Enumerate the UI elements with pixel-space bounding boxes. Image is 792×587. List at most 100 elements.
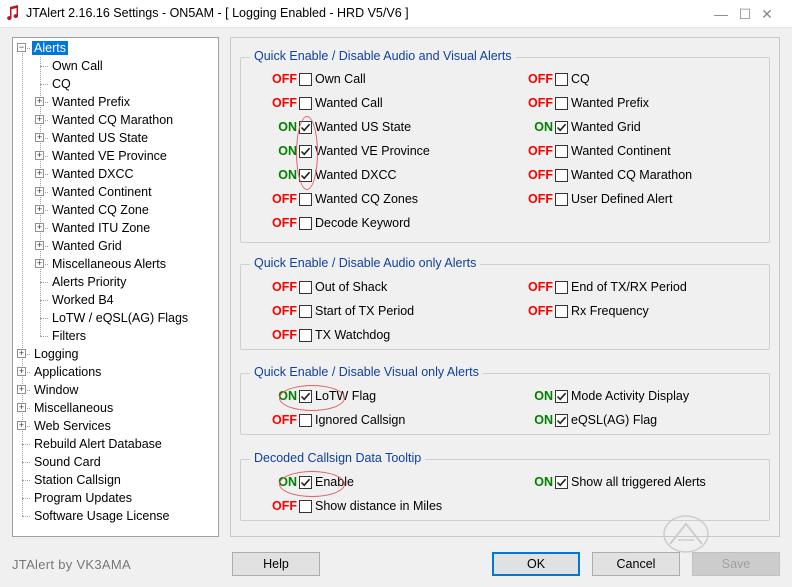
close-button[interactable]: ✕ xyxy=(744,0,790,28)
tree-item-label: Wanted Prefix xyxy=(52,95,131,109)
tree-item-label: CQ xyxy=(52,77,71,91)
checkbox[interactable] xyxy=(555,414,568,427)
status-indicator: ON xyxy=(278,144,297,158)
tree-item-program-updates[interactable]: Program Updates xyxy=(32,489,134,507)
tree-item-miscellaneous[interactable]: Miscellaneous xyxy=(32,399,115,417)
checkbox[interactable] xyxy=(555,305,568,318)
tree-item-wanted-us-state[interactable]: Wanted US State xyxy=(50,129,150,147)
checkbox[interactable] xyxy=(299,305,312,318)
expand-icon[interactable]: + xyxy=(35,115,44,124)
checkbox[interactable] xyxy=(555,476,568,489)
expand-icon[interactable]: + xyxy=(17,385,26,394)
checkbox[interactable] xyxy=(299,281,312,294)
checkbox[interactable] xyxy=(299,73,312,86)
expand-icon[interactable]: + xyxy=(17,403,26,412)
tree-item-miscellaneous-alerts[interactable]: Miscellaneous Alerts xyxy=(50,255,168,273)
tree-item-label: LoTW / eQSL(AG) Flags xyxy=(52,311,189,325)
tree-item-label: Wanted ITU Zone xyxy=(52,221,151,235)
checkbox[interactable] xyxy=(555,121,568,134)
tree-item-sound-card[interactable]: Sound Card xyxy=(32,453,103,471)
tree-item-label: Worked B4 xyxy=(52,293,114,307)
tree-item-cq[interactable]: CQ xyxy=(50,75,73,93)
tree-item-applications[interactable]: Applications xyxy=(32,363,103,381)
expand-icon[interactable]: + xyxy=(35,97,44,106)
settings-tree[interactable]: − Alerts Own Call CQ + Wanted Prefix + Wanted C… xyxy=(12,37,219,537)
checkbox-label: Decode Keyword xyxy=(315,216,411,230)
ok-button[interactable]: OK xyxy=(492,552,580,576)
tree-item-wanted-dxcc[interactable]: Wanted DXCC xyxy=(50,165,136,183)
tree-item-software-usage-license[interactable]: Software Usage License xyxy=(32,507,172,525)
tree-item-wanted-itu-zone[interactable]: Wanted ITU Zone xyxy=(50,219,152,237)
tree-guide-line xyxy=(40,282,48,283)
tree-item-wanted-ve-province[interactable]: Wanted VE Province xyxy=(50,147,169,165)
tree-item-label: Sound Card xyxy=(34,455,101,469)
expand-icon[interactable]: + xyxy=(35,205,44,214)
expand-icon[interactable]: + xyxy=(17,367,26,376)
checkbox-label: Start of TX Period xyxy=(315,304,415,318)
tree-item-label: Miscellaneous Alerts xyxy=(52,257,166,271)
checkbox[interactable] xyxy=(555,73,568,86)
status-indicator: OFF xyxy=(528,192,553,206)
tree-item-label: Web Services xyxy=(34,419,111,433)
expand-icon[interactable]: + xyxy=(35,187,44,196)
tree-item-own-call[interactable]: Own Call xyxy=(50,57,105,75)
tree-item-station-callsign[interactable]: Station Callsign xyxy=(32,471,123,489)
checkbox[interactable] xyxy=(299,217,312,230)
checkbox[interactable] xyxy=(555,145,568,158)
checkbox[interactable] xyxy=(299,500,312,513)
expand-icon[interactable]: + xyxy=(17,421,26,430)
tree-guide-line xyxy=(40,336,48,337)
checkbox[interactable] xyxy=(299,97,312,110)
tree-item-label: Own Call xyxy=(52,59,103,73)
tree-item-wanted-cq-marathon[interactable]: Wanted CQ Marathon xyxy=(50,111,175,129)
checkbox[interactable] xyxy=(555,281,568,294)
expand-icon[interactable]: + xyxy=(17,349,26,358)
tree-item-logging[interactable]: Logging xyxy=(32,345,81,363)
expand-icon[interactable]: + xyxy=(35,259,44,268)
tree-item-wanted-prefix[interactable]: Wanted Prefix xyxy=(50,93,132,111)
tree-guide-line xyxy=(40,66,48,67)
group-title: Quick Enable / Disable Visual only Alert… xyxy=(250,365,483,379)
collapse-icon[interactable]: − xyxy=(17,43,26,52)
checkbox[interactable] xyxy=(299,329,312,342)
tree-item-wanted-grid[interactable]: Wanted Grid xyxy=(50,237,124,255)
tree-item-label: Software Usage License xyxy=(34,509,170,523)
tree-guide-line xyxy=(22,444,30,445)
status-indicator: OFF xyxy=(272,328,297,342)
tree-guide-line xyxy=(22,480,30,481)
tree-item-label: Rebuild Alert Database xyxy=(34,437,162,451)
expand-icon[interactable]: + xyxy=(35,133,44,142)
checkmark-icon xyxy=(556,416,567,425)
checkbox[interactable] xyxy=(555,97,568,110)
expand-icon[interactable]: + xyxy=(35,223,44,232)
tree-item-wanted-cq-zone[interactable]: Wanted CQ Zone xyxy=(50,201,151,219)
tree-item-alerts-priority[interactable]: Alerts Priority xyxy=(50,273,128,291)
checkbox[interactable] xyxy=(555,193,568,206)
checkbox-label: User Defined Alert xyxy=(571,192,673,206)
status-indicator: OFF xyxy=(528,96,553,110)
checkbox-label: Wanted CQ Marathon xyxy=(571,168,693,182)
checkbox[interactable] xyxy=(299,193,312,206)
checkbox-label: Wanted VE Province xyxy=(315,144,430,158)
expand-icon[interactable]: + xyxy=(35,241,44,250)
tree-item-filters[interactable]: Filters xyxy=(50,327,88,345)
tree-item-rebuild-alert-database[interactable]: Rebuild Alert Database xyxy=(32,435,164,453)
tree-item-wanted-continent[interactable]: Wanted Continent xyxy=(50,183,154,201)
brand-label: JTAlert by VK3AMA xyxy=(12,557,132,572)
expand-icon[interactable]: + xyxy=(35,151,44,160)
checkbox[interactable] xyxy=(555,169,568,182)
checkbox[interactable] xyxy=(555,390,568,403)
tree-item-lotw-eqsl-ag-flags[interactable]: LoTW / eQSL(AG) Flags xyxy=(50,309,190,327)
tree-item-worked-b4[interactable]: Worked B4 xyxy=(50,291,116,309)
help-button[interactable]: Help xyxy=(232,552,320,576)
music-note-icon xyxy=(6,5,20,24)
tree-item-label: Wanted CQ Zone xyxy=(52,203,149,217)
tree-item-web-services[interactable]: Web Services xyxy=(32,417,113,435)
expand-icon[interactable]: + xyxy=(35,169,44,178)
status-indicator: ON xyxy=(278,120,297,134)
tree-item-window[interactable]: Window xyxy=(32,381,80,399)
tree-guide-line xyxy=(40,318,48,319)
checkbox[interactable] xyxy=(299,414,312,427)
tree-item-alerts[interactable]: Alerts xyxy=(32,39,68,57)
checkbox-label: Wanted Continent xyxy=(571,144,671,158)
